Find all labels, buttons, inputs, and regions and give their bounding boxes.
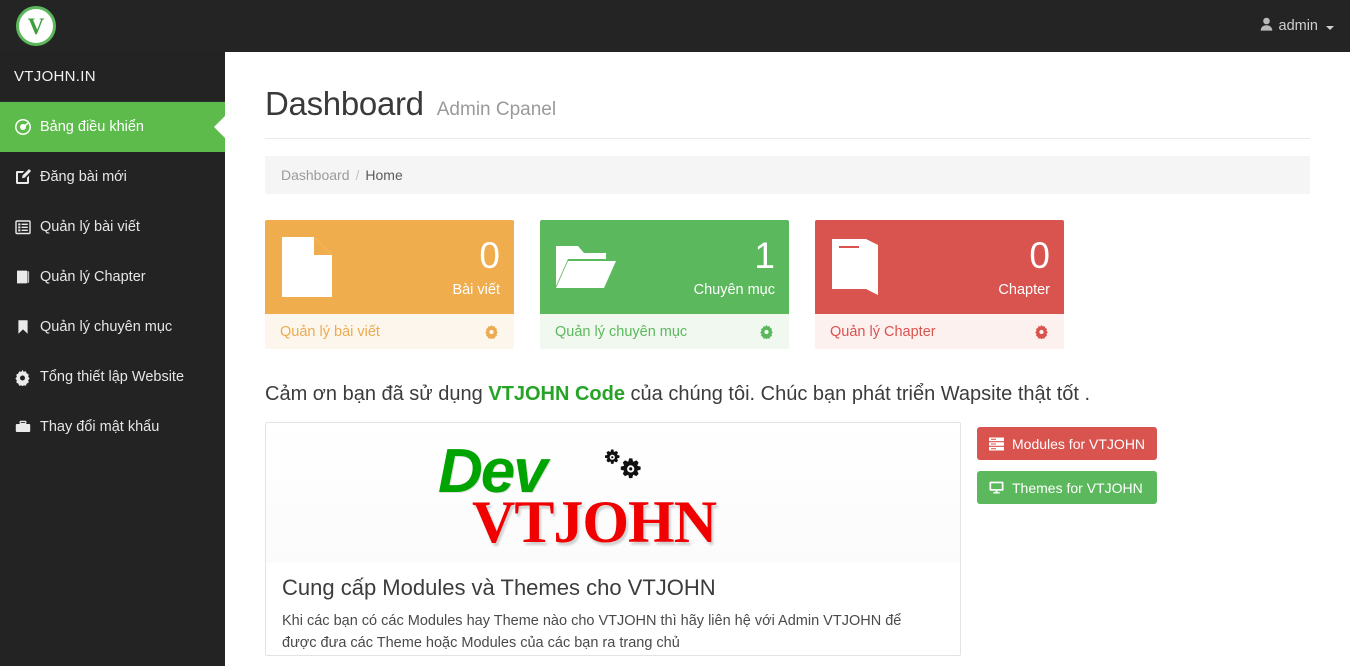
stat-card-values: 0 Bài viết	[452, 237, 500, 298]
sidebar-item-label: Bảng điều khiển	[40, 119, 144, 135]
stat-card-label: Chapter	[998, 283, 1050, 298]
stat-card-footer-link[interactable]: Quản lý bài viết	[265, 314, 514, 349]
stat-card-footer-label: Quản lý bài viết	[280, 324, 380, 340]
sidebar-item-dashboard[interactable]: Bảng điều khiển	[0, 102, 225, 152]
stat-cards: 0 Bài viết Quản lý bài viết 1 Chuyên mục	[265, 220, 1310, 349]
stat-card-number: 0	[998, 237, 1050, 274]
list-icon	[14, 219, 31, 236]
stat-card-number: 0	[452, 237, 500, 274]
breadcrumb-current: Home	[365, 167, 402, 183]
thanks-after: của chúng tôi. Chúc bạn phát triển Wapsi…	[625, 383, 1090, 405]
stat-card-label: Bài viết	[452, 283, 500, 298]
themes-for-vtjohn-button[interactable]: Themes for VTJOHN	[977, 471, 1157, 504]
gear-icon	[14, 369, 31, 386]
modules-for-vtjohn-button[interactable]: Modules for VTJOHN	[977, 427, 1157, 460]
sidebar-item-manage-chapter[interactable]: Quản lý Chapter	[0, 252, 225, 302]
sidebar-item-label: Quản lý Chapter	[40, 269, 146, 285]
edit-icon	[14, 169, 31, 186]
gears-icon	[590, 446, 644, 490]
main-content: Dashboard Admin Cpanel Dashboard / Home …	[225, 52, 1350, 666]
breadcrumb-separator: /	[356, 167, 360, 183]
stat-card-footer-link[interactable]: Quản lý chuyên mục	[540, 314, 789, 349]
promo-row: Dev VTJOHN	[265, 422, 1310, 656]
stat-card-categories: 1 Chuyên mục Quản lý chuyên mục	[540, 220, 789, 349]
logo-badge-letter: V	[16, 6, 56, 46]
bookmark-icon	[14, 319, 31, 336]
promo-banner: Dev VTJOHN	[266, 423, 960, 563]
book-icon	[14, 269, 31, 286]
page-header: Dashboard Admin Cpanel	[265, 52, 1310, 139]
thanks-highlight: VTJOHN Code	[488, 383, 625, 405]
sidebar-item-label: Thay đổi mật khẩu	[40, 419, 159, 435]
user-menu-label: admin	[1279, 18, 1319, 34]
top-navbar: V admin	[0, 0, 1350, 52]
sidebar-item-label: Tổng thiết lập Website	[40, 369, 184, 385]
sidebar-site-name: VTJOHN.IN	[0, 52, 225, 102]
sidebar-item-manage-category[interactable]: Quản lý chuyên mục	[0, 302, 225, 352]
promo-body: Cung cấp Modules và Themes cho VTJOHN Kh…	[266, 563, 960, 655]
stat-card-posts: 0 Bài viết Quản lý bài viết	[265, 220, 514, 349]
thanks-message: Cảm ơn bạn đã sử dụng VTJOHN Code của ch…	[265, 383, 1310, 406]
stat-card-values: 0 Chapter	[998, 237, 1050, 298]
stat-card-footer-label: Quản lý chuyên mục	[555, 324, 687, 340]
book-icon	[829, 236, 895, 298]
button-label: Themes for VTJOHN	[1012, 480, 1143, 496]
page-subtitle: Admin Cpanel	[437, 99, 556, 121]
promo-title: Cung cấp Modules và Themes cho VTJOHN	[282, 575, 944, 601]
dashboard-icon	[14, 119, 31, 136]
user-icon	[1260, 17, 1273, 35]
sidebar-item-change-password[interactable]: Thay đổi mật khẩu	[0, 402, 225, 452]
sidebar-item-label: Quản lý bài viết	[40, 219, 140, 235]
promo-panel: Dev VTJOHN	[265, 422, 961, 656]
breadcrumb-root[interactable]: Dashboard	[281, 167, 350, 183]
sidebar-item-label: Quản lý chuyên mục	[40, 319, 172, 335]
sidebar: VTJOHN.IN Bảng điều khiển Đăng bài mới Q…	[0, 52, 225, 666]
button-label: Modules for VTJOHN	[1012, 436, 1145, 452]
thanks-before: Cảm ơn bạn đã sử dụng	[265, 383, 488, 405]
sidebar-item-label: Đăng bài mới	[40, 169, 127, 185]
devvtjohn-logo: Dev VTJOHN	[438, 434, 788, 552]
user-menu[interactable]: admin	[1260, 17, 1350, 35]
stat-card-footer-label: Quản lý Chapter	[830, 324, 936, 340]
stat-card-body: 0 Bài viết	[265, 220, 514, 314]
page-title: Dashboard	[265, 85, 424, 123]
desktop-icon	[989, 481, 1004, 495]
stat-card-body: 1 Chuyên mục	[540, 220, 789, 314]
stat-card-chapters: 0 Chapter Quản lý Chapter	[815, 220, 1064, 349]
stat-card-values: 1 Chuyên mục	[694, 237, 775, 298]
promo-buttons: Modules for VTJOHN Themes for VTJOHN	[977, 422, 1157, 656]
gear-icon	[1034, 324, 1049, 339]
chevron-down-icon	[1326, 26, 1334, 30]
brand-logo[interactable]: V	[0, 0, 225, 52]
server-icon	[989, 437, 1004, 451]
folder-open-icon	[554, 242, 620, 292]
sidebar-item-new-post[interactable]: Đăng bài mới	[0, 152, 225, 202]
stat-card-number: 1	[694, 237, 775, 274]
sidebar-item-manage-posts[interactable]: Quản lý bài viết	[0, 202, 225, 252]
stat-card-label: Chuyên mục	[694, 283, 775, 298]
stat-card-body: 0 Chapter	[815, 220, 1064, 314]
briefcase-icon	[14, 419, 31, 436]
gear-icon	[759, 324, 774, 339]
sidebar-item-website-settings[interactable]: Tổng thiết lập Website	[0, 352, 225, 402]
promo-text: Khi các bạn có các Modules hay Theme nào…	[282, 610, 930, 655]
breadcrumb: Dashboard / Home	[265, 156, 1310, 194]
gear-icon	[484, 324, 499, 339]
brand-vtjohn-text: VTJOHN	[472, 488, 716, 557]
stat-card-footer-link[interactable]: Quản lý Chapter	[815, 314, 1064, 349]
file-icon	[279, 235, 345, 299]
